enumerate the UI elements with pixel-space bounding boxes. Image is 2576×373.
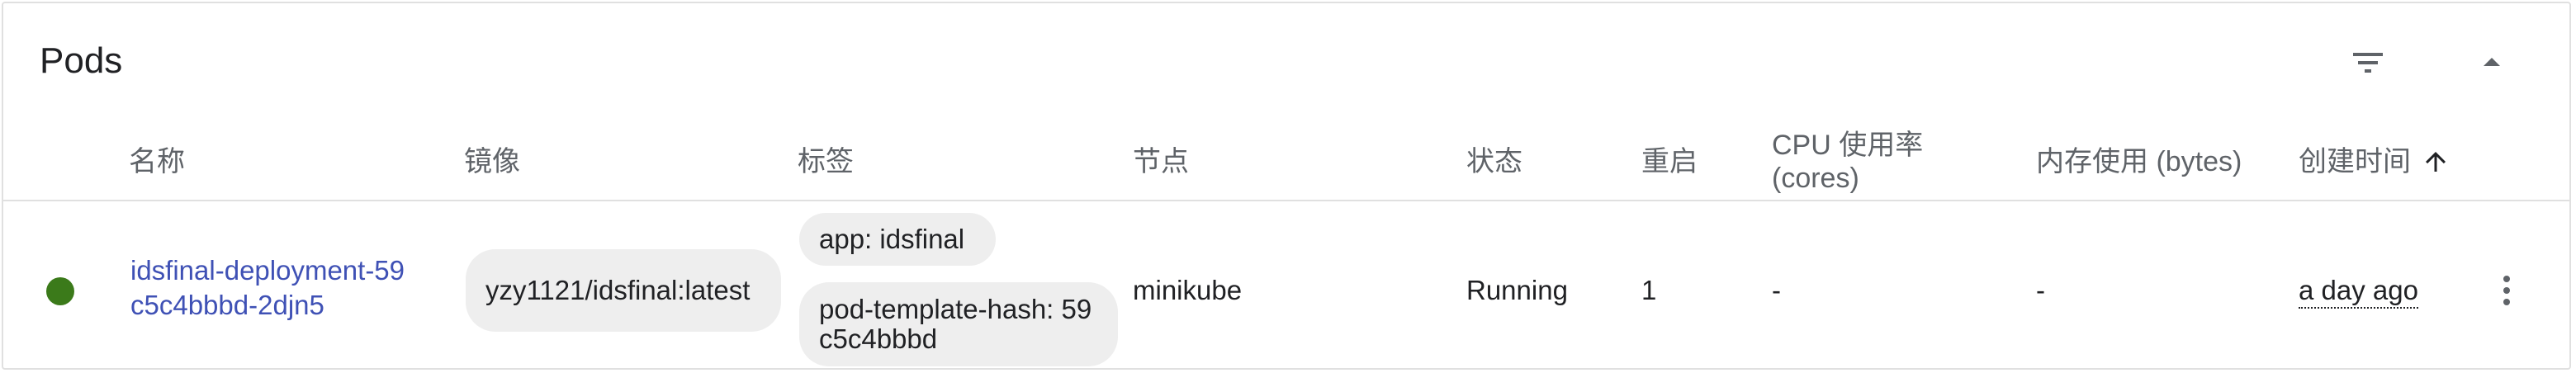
image-chip: yzy1121/idsfinal:latest xyxy=(466,249,781,332)
label-chip: app: idsfinal xyxy=(799,213,996,266)
restarts-value: 1 xyxy=(1641,275,1657,305)
column-header-restarts: 重启 xyxy=(1641,146,1698,177)
column-header-created[interactable]: 创建时间 xyxy=(2299,145,2451,178)
image-value: yzy1121/idsfinal:latest xyxy=(485,275,751,305)
column-header-cpu: CPU 使用率 (cores) xyxy=(1772,130,1924,194)
created-value: a day ago xyxy=(2299,274,2418,309)
memory-value: - xyxy=(2036,275,2045,305)
label-value: app: idsfinal xyxy=(819,224,965,254)
collapse-button[interactable] xyxy=(2462,33,2522,92)
card-title: Pods xyxy=(40,40,123,81)
filter-list-icon xyxy=(2353,53,2383,73)
pod-name-link[interactable]: idsfinal-deployment-59c5c4bbbd-2djn5 xyxy=(130,253,411,323)
more-vert-icon xyxy=(2503,276,2510,305)
column-header-status[interactable]: 状态 xyxy=(1466,145,1522,178)
column-header-labels: 标签 xyxy=(798,146,854,177)
column-header-name[interactable]: 名称 xyxy=(129,145,185,178)
column-header-memory: 内存使用 (bytes) xyxy=(2036,146,2242,177)
row-actions-button[interactable] xyxy=(2480,261,2533,320)
arrow-upward-icon xyxy=(2426,152,2446,172)
label-chip: pod-template-hash: 59c5c4bbbd xyxy=(799,282,1118,366)
column-header-created-label: 创建时间 xyxy=(2299,146,2411,177)
filter-button[interactable] xyxy=(2338,33,2398,92)
status-indicator-icon xyxy=(46,277,74,305)
node-value: minikube xyxy=(1133,275,1243,305)
column-header-image: 镜像 xyxy=(464,146,520,177)
cpu-value: - xyxy=(1772,275,1781,305)
arrow-drop-up-icon xyxy=(2484,58,2500,66)
column-header-node[interactable]: 节点 xyxy=(1133,145,1189,178)
status-value: Running xyxy=(1466,275,1568,305)
label-value: pod-template-hash: 59c5c4bbbd xyxy=(819,294,1092,354)
header-divider xyxy=(3,200,2569,201)
pods-card: Pods 名称 镜像 标签 节点 状态 重启 CPU 使用率 (cores) 内… xyxy=(2,2,2571,370)
